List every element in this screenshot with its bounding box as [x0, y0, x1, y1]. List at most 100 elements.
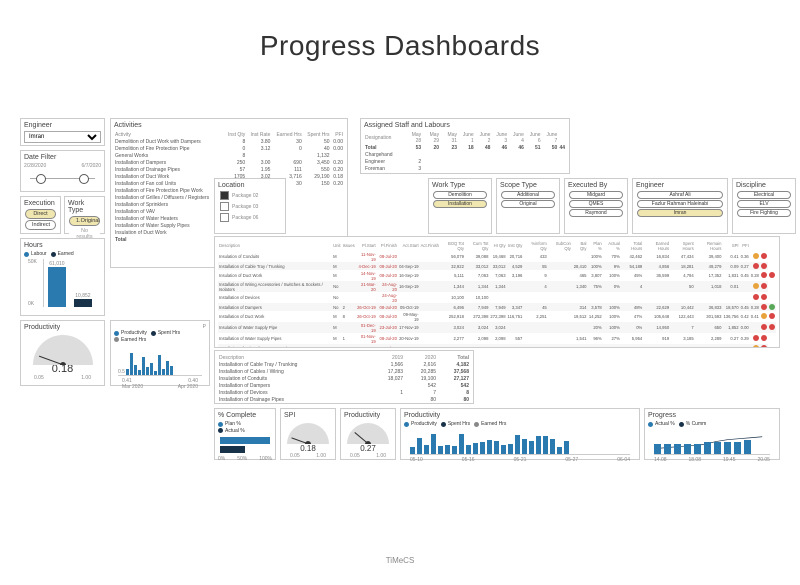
main-table-panel: DescriptionUnitIssuesPl.StartPl.FinishAc… — [214, 236, 780, 348]
engineer-option[interactable]: Fazlur Rahman Haleinabi — [637, 200, 723, 208]
ptm-leg2: Earned Hrs — [121, 337, 146, 343]
complete-title: % Complete — [218, 412, 272, 419]
prog-title: Progress — [648, 412, 776, 419]
table-row[interactable]: Helper / Assistant32774 — [364, 172, 566, 174]
worktype-option[interactable]: Installation — [433, 200, 487, 208]
table-row[interactable]: Engineer2 — [364, 158, 566, 165]
table-row[interactable]: Installation of Dampers542542 — [218, 382, 470, 389]
table-row[interactable]: Installation of Cable Tray / Trunking1,5… — [218, 361, 470, 368]
main-table: DescriptionUnitIssuesPl.StartPl.FinishAc… — [218, 240, 776, 348]
table-row[interactable]: Installation of Wiring Accessories / Swi… — [218, 281, 776, 292]
table-row[interactable]: Foreman3 — [364, 165, 566, 172]
table-row[interactable]: Insulation of Conduits18,02719,10027,127 — [218, 375, 470, 382]
engineer-select[interactable]: Imran — [24, 131, 101, 143]
table-row[interactable]: Insulation of Water Supply PipeM01-Dec-1… — [218, 322, 776, 333]
worktype-original-button[interactable]: 1.Original — [69, 216, 100, 226]
prod-trend-panel: Productivity ProductivitySpent HrsEarned… — [400, 408, 640, 460]
scopetype-option[interactable]: Additional — [501, 191, 555, 199]
comp-t2: 100% — [259, 456, 272, 462]
progress-panel: Progress Actual %% Cumm 14.0818.0819.452… — [644, 408, 780, 460]
prodb-title: Productivity — [344, 412, 392, 419]
table-row[interactable]: Insulation of ConduitsM11-Nov-1908-Jul-2… — [218, 251, 776, 262]
table-row[interactable]: Installation of Dampers2503.006903,4500.… — [114, 159, 344, 166]
prodt-title: Productivity — [404, 412, 440, 419]
spi-gauge — [287, 423, 329, 444]
engineer-label: Engineer — [24, 122, 101, 129]
spi-value: 0.18 — [284, 444, 332, 453]
comp-t1: 50% — [237, 456, 247, 462]
executedby-filter: Executed By MidgardQMESRaymond — [564, 178, 628, 234]
yoy-table: Description20192020TotalInstallation of … — [218, 354, 470, 403]
date-filter-label: Date Filter — [24, 154, 101, 161]
engineer-panel: Engineer Imran — [20, 118, 105, 146]
table-row[interactable]: Installation of Cable Tray / TrunkingM4-… — [218, 262, 776, 270]
prodt-l2: Earned Hrs — [481, 421, 506, 427]
comp-l1: Actual % — [225, 428, 245, 434]
prodt-chart — [410, 430, 630, 455]
comp-t0: 0% — [218, 456, 225, 462]
productivity-gauge — [33, 335, 93, 365]
discipline-label: Discipline — [736, 182, 792, 189]
date-from: 2/28/2020 — [24, 163, 46, 169]
table-row[interactable]: Installation of Duct WorkM826-Oct-1908-J… — [218, 311, 776, 322]
ptm-leg0: Productivity — [121, 330, 147, 336]
table-row[interactable]: Chargehand — [364, 151, 566, 158]
table-row[interactable]: Installation of Drainage Pipes8080 — [218, 396, 470, 403]
executedby-option[interactable]: Midgard — [569, 191, 623, 199]
yoy-panel: Description20192020TotalInstallation of … — [214, 350, 474, 404]
worktype-option[interactable]: Demolition — [433, 191, 487, 199]
table-row[interactable]: Installation of DevicesNo24-Aug-2010,100… — [218, 292, 776, 303]
table-row[interactable]: Installation of DampersNo226-Oct-1908-Ju… — [218, 303, 776, 311]
productivity-max: 1.00 — [81, 375, 91, 381]
complete-panel: % Complete Plan %Actual % 0% 50% 100% — [214, 408, 276, 460]
prodb-max: 1.00 — [376, 453, 386, 459]
table-row[interactable]: Installation of Devices178 — [218, 389, 470, 396]
location-option[interactable]: Package 02 — [220, 191, 280, 200]
table-row[interactable]: Installation of Drainage Pipes571.951115… — [114, 166, 344, 173]
prodb-value: 0.27 — [344, 444, 392, 453]
engineer-option[interactable]: Ashraf Ali — [637, 191, 723, 199]
scopetype-option[interactable]: Original — [501, 200, 555, 208]
execution-indirect-button[interactable]: Indirect — [25, 220, 56, 230]
table-row[interactable]: Demolition of Fire Protection Pipe03.120… — [114, 145, 344, 152]
table-row[interactable]: Installation of Water Supply PipesM101-N… — [218, 333, 776, 344]
discipline-option[interactable]: Fire Fighting — [737, 209, 791, 217]
date-filter-panel: Date Filter 2/28/20206/7/2020 — [20, 150, 105, 192]
footer: TiMeCS — [0, 556, 800, 565]
prod-trend-mid-panel: P ProductivitySpent HrsEarned Hrs 0.5 0.… — [110, 320, 210, 386]
prodb-min: 0.05 — [350, 453, 360, 459]
assigned-table: DesignationMay 28May 29May 31June 1June … — [364, 131, 566, 174]
discipline-option[interactable]: ELV — [737, 200, 791, 208]
table-row[interactable]: General Works81,132 — [114, 152, 344, 159]
prog-l1: % Cumm — [686, 421, 707, 427]
table-row[interactable]: Demolition of Duct Work with Dampers83.8… — [114, 138, 344, 145]
executedby-label: Executed By — [568, 182, 624, 189]
executedby-option[interactable]: QMES — [569, 200, 623, 208]
hours-panel: Hours LabourEarned 50K0K 61,010 10,852 — [20, 238, 105, 316]
scopetype-label: Scope Type — [500, 182, 556, 189]
location-option[interactable]: Package 06 — [220, 213, 280, 222]
prod-bottom-panel: Productivity 0.27 0.05 1.00 — [340, 408, 396, 460]
engineer-option[interactable]: Imran — [637, 209, 723, 217]
productivity-min: 0.05 — [34, 375, 44, 381]
table-row[interactable]: Insulation of Duct WorkM14-Nov-1908-Jul-… — [218, 270, 776, 281]
location-option[interactable]: Package 03 — [220, 202, 280, 211]
hours-earned-bar — [74, 299, 92, 307]
comp-l0: Plan % — [225, 421, 241, 427]
table-row[interactable]: Installation of Valves for Water SupplyN… — [218, 344, 776, 348]
hours-legend-earned: Earned — [58, 251, 74, 257]
discipline-filter: Discipline ElectricalELVFire Fighting — [732, 178, 796, 234]
complete-plan-bar — [220, 437, 270, 444]
date-slider[interactable] — [30, 171, 95, 185]
discipline-option[interactable]: Electrical — [737, 191, 791, 199]
hours-labour-value: 61,010 — [48, 261, 66, 267]
executedby-option[interactable]: Raymond — [569, 209, 623, 217]
table-row[interactable]: Installation of Cables / Wiring17,28320,… — [218, 368, 470, 375]
hours-label: Hours — [24, 242, 101, 249]
page-title: Progress Dashboards — [20, 30, 780, 62]
execution-direct-button[interactable]: Direct — [25, 209, 56, 219]
productivity-panel: Productivity 0.18 0.051.00 — [20, 320, 105, 386]
execution-label: Execution — [24, 200, 57, 207]
location-panel: Location Package 02Package 03Package 06 — [214, 178, 286, 234]
worktype-label: Work Type — [432, 182, 488, 189]
